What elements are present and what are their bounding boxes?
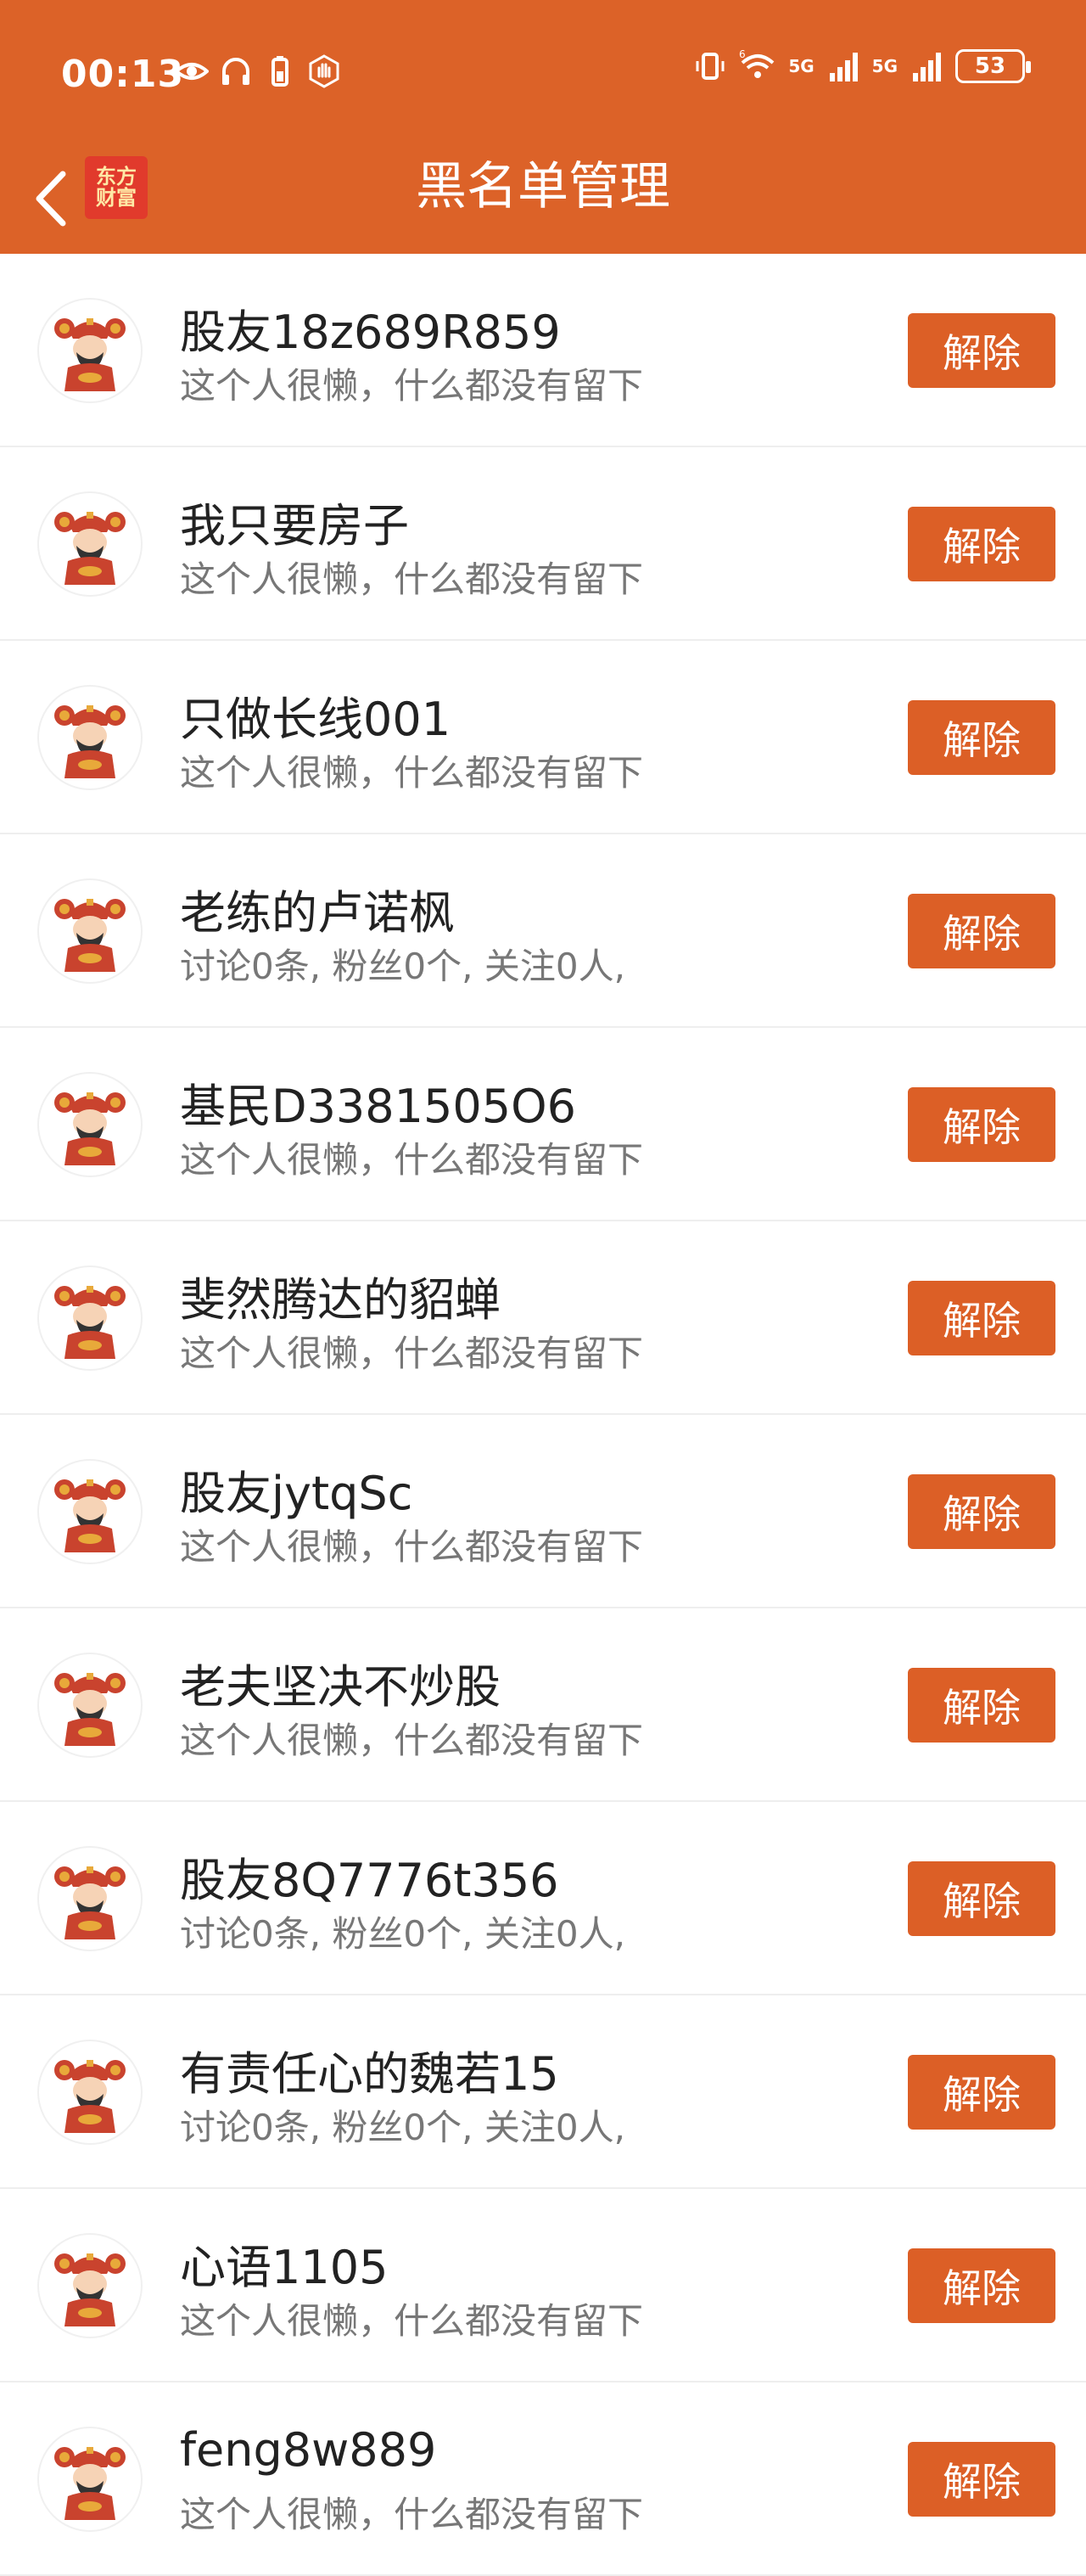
eastmoney-logo: 东方 财富 [85,156,148,219]
user-description: 讨论0条, 粉丝0个, 关注0人, [180,1913,625,1955]
avatar[interactable] [37,1653,143,1758]
page-title: 黑名单管理 [416,157,670,216]
signal-icon [829,53,858,81]
signal-icon [913,53,941,81]
user-name[interactable]: 我只要房子 [180,488,409,555]
user-description: 这个人很懒，什么都没有留下 [180,558,644,600]
user-name[interactable]: feng8w889 [180,2423,436,2477]
back-button[interactable] [17,156,85,241]
user-description: 这个人很懒，什么都没有留下 [180,1139,644,1181]
unblock-button[interactable]: 解除 [908,2248,1055,2323]
user-name[interactable]: 斐然腾达的貂蝉 [180,1262,501,1329]
user-description: 这个人很懒，什么都没有留下 [180,1333,644,1374]
eye-icon [175,63,209,80]
fortune-god-avatar-icon [54,2060,126,2133]
user-description: 这个人很懒，什么都没有留下 [180,1720,644,1761]
unblock-button[interactable]: 解除 [908,1281,1055,1355]
fortune-god-avatar-icon [54,1673,126,1746]
avatar[interactable] [37,491,143,597]
list-item: 股友18z689R859 这个人很懒，什么都没有留下 解除 [0,254,1086,447]
unblock-button[interactable]: 解除 [908,1087,1055,1162]
fortune-god-avatar-icon [54,318,126,391]
user-description: 这个人很懒，什么都没有留下 [180,365,644,407]
chevron-left-icon [36,171,66,227]
user-name[interactable]: 老练的卢诺枫 [180,875,455,942]
status-time: 00:13 [61,53,185,96]
list-item: 股友jytqSc 这个人很懒，什么都没有留下 解除 [0,1415,1086,1608]
avatar[interactable] [37,2427,143,2532]
avatar[interactable] [37,878,143,984]
status-icons-right: 6 5G 5G 53 [693,49,1031,83]
user-description: 这个人很懒，什么都没有留下 [180,2494,644,2535]
avatar[interactable] [37,2040,143,2145]
avatar[interactable] [37,1846,143,1951]
avatar[interactable] [37,2233,143,2338]
unblock-button[interactable]: 解除 [908,2442,1055,2517]
blacklist: 股友18z689R859 这个人很懒，什么都没有留下 解除 我只要房子 这个人很… [0,254,1086,2576]
wifi-icon: 6 [739,49,775,78]
user-name[interactable]: 基民D3381505O6 [180,1069,576,1136]
headphones-icon [222,58,249,85]
battery-saver-icon [272,56,288,87]
list-item: 有责任心的魏若15 讨论0条, 粉丝0个, 关注0人, 解除 [0,1995,1086,2189]
user-description: 讨论0条, 粉丝0个, 关注0人, [180,946,625,987]
unblock-button[interactable]: 解除 [908,700,1055,775]
vibrate-icon [696,53,725,80]
user-description: 这个人很懒，什么都没有留下 [180,2300,644,2342]
user-description: 讨论0条, 粉丝0个, 关注0人, [180,2107,625,2148]
fortune-god-avatar-icon [54,705,126,778]
battery-level: 53 [974,53,1006,79]
svg-text:6: 6 [739,49,746,60]
user-name[interactable]: 股友jytqSc [180,1456,412,1523]
status-bar: 00:13 6 5G 5G 53 [0,0,1086,144]
nav-bar: 黑名单管理 东方 财富 [0,144,1086,254]
unblock-button[interactable]: 解除 [908,894,1055,968]
network-type-2: 5G [871,56,898,76]
app-header: 00:13 6 5G 5G 53 黑名单管理 东方 财富 [0,0,1086,254]
hand-icon [309,54,339,88]
fortune-god-avatar-icon [54,2253,126,2326]
avatar[interactable] [37,1266,143,1371]
user-name[interactable]: 股友18z689R859 [180,295,561,362]
unblock-button[interactable]: 解除 [908,1861,1055,1936]
fortune-god-avatar-icon [54,1092,126,1165]
list-item: feng8w889 这个人很懒，什么都没有留下 解除 [0,2382,1086,2576]
unblock-button[interactable]: 解除 [908,507,1055,581]
list-item: 只做长线001 这个人很懒，什么都没有留下 解除 [0,641,1086,834]
battery-indicator: 53 [955,49,1031,83]
list-item: 老夫坚决不炒股 这个人很懒，什么都没有留下 解除 [0,1608,1086,1802]
unblock-button[interactable]: 解除 [908,313,1055,388]
user-description: 这个人很懒，什么都没有留下 [180,1526,644,1568]
list-item: 心语1105 这个人很懒，什么都没有留下 解除 [0,2189,1086,2382]
fortune-god-avatar-icon [54,2447,126,2520]
unblock-button[interactable]: 解除 [908,1668,1055,1743]
fortune-god-avatar-icon [54,1286,126,1359]
user-name[interactable]: 老夫坚决不炒股 [180,1649,501,1716]
user-name[interactable]: 心语1105 [180,2230,388,2297]
list-item: 老练的卢诺枫 讨论0条, 粉丝0个, 关注0人, 解除 [0,834,1086,1028]
user-name[interactable]: 有责任心的魏若15 [180,2036,559,2103]
user-name[interactable]: 只做长线001 [180,682,451,749]
list-item: 基民D3381505O6 这个人很懒，什么都没有留下 解除 [0,1028,1086,1221]
fortune-god-avatar-icon [54,1866,126,1939]
list-item: 斐然腾达的貂蝉 这个人很懒，什么都没有留下 解除 [0,1221,1086,1415]
avatar[interactable] [37,298,143,403]
unblock-button[interactable]: 解除 [908,2055,1055,2130]
network-type-1: 5G [788,56,814,76]
fortune-god-avatar-icon [54,1479,126,1552]
user-name[interactable]: 股友8Q7776t356 [180,1843,559,1910]
avatar[interactable] [37,1459,143,1564]
list-item: 股友8Q7776t356 讨论0条, 粉丝0个, 关注0人, 解除 [0,1802,1086,1995]
list-item: 我只要房子 这个人很懒，什么都没有留下 解除 [0,447,1086,641]
unblock-button[interactable]: 解除 [908,1474,1055,1549]
avatar[interactable] [37,1072,143,1177]
fortune-god-avatar-icon [54,899,126,972]
fortune-god-avatar-icon [54,512,126,585]
avatar[interactable] [37,685,143,790]
user-description: 这个人很懒，什么都没有留下 [180,752,644,794]
status-icons-left [175,54,341,88]
